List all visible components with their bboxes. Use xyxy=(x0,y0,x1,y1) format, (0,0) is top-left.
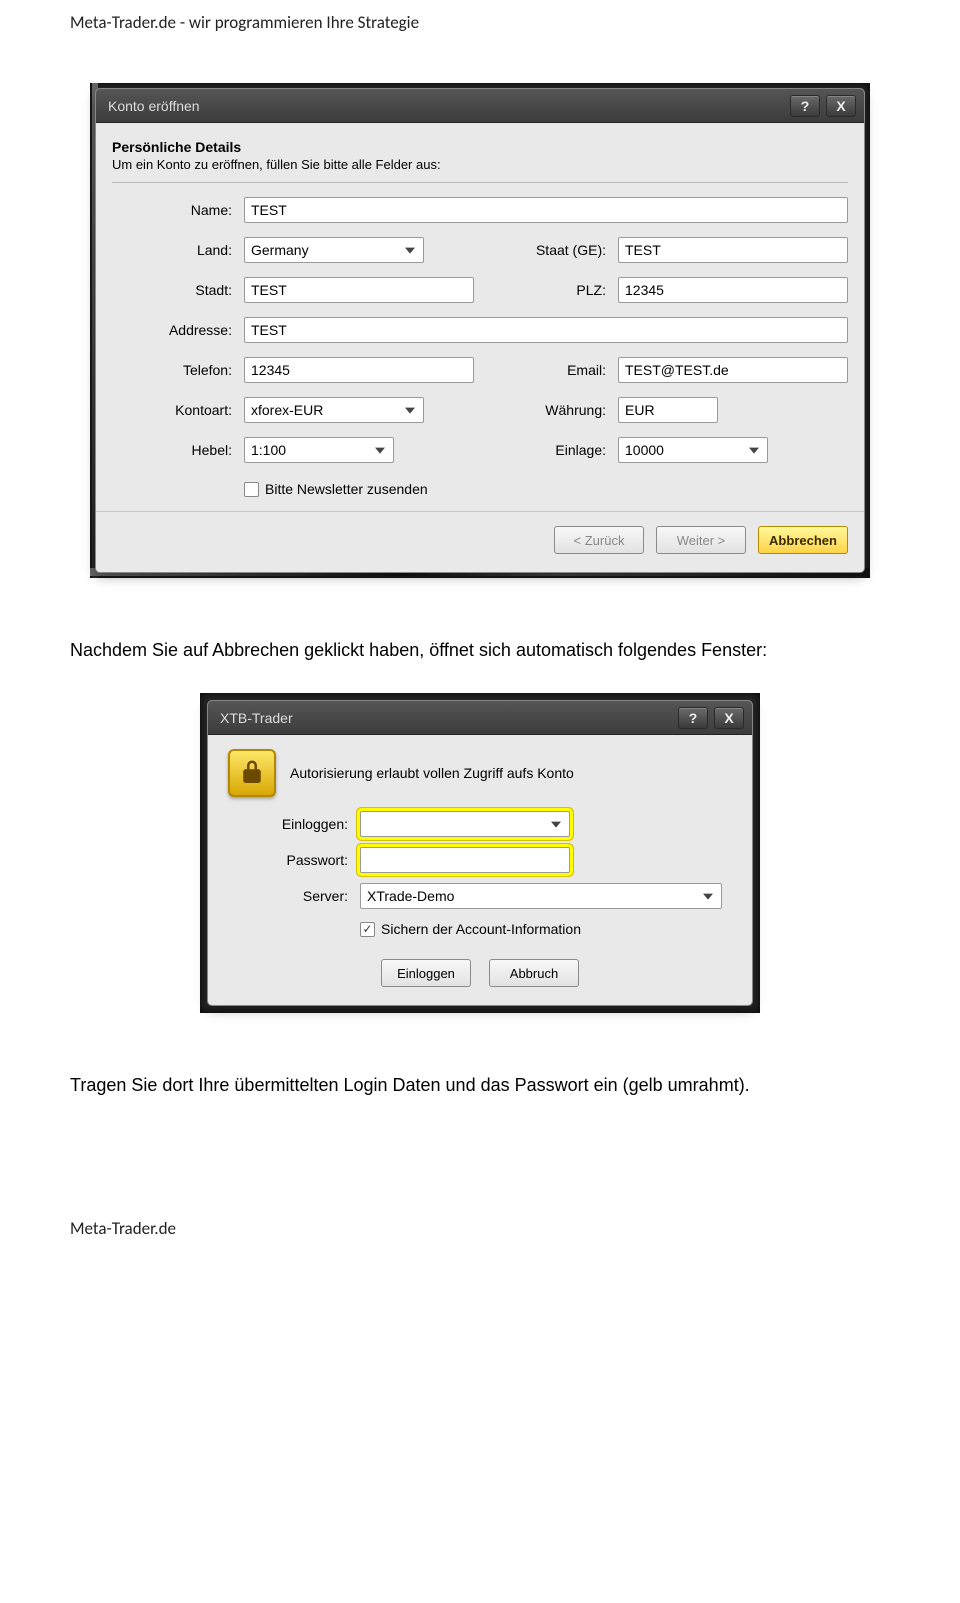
auth-text: Autorisierung erlaubt vollen Zugriff auf… xyxy=(290,765,574,781)
label-land: Land: xyxy=(112,242,232,258)
dialog-login: XTB-Trader ? X Autorisierung erlaubt vol… xyxy=(208,701,752,1005)
label-kontoart: Kontoart: xyxy=(112,402,232,418)
label-password: Passwort: xyxy=(238,852,348,868)
screenshot-login: XTB-Trader ? X Autorisierung erlaubt vol… xyxy=(200,693,760,1013)
label-email: Email: xyxy=(486,362,606,378)
label-adresse: Addresse: xyxy=(112,322,232,338)
doc-paragraph-1: Nachdem Sie auf Abbrechen geklickt haben… xyxy=(70,638,890,663)
close-button[interactable]: X xyxy=(826,95,856,117)
adresse-field[interactable]: TEST xyxy=(244,317,848,343)
newsletter-checkbox[interactable] xyxy=(244,482,259,497)
save-account-checkbox[interactable]: ✓ xyxy=(360,922,375,937)
label-hebel: Hebel: xyxy=(112,442,232,458)
label-stadt: Stadt: xyxy=(112,282,232,298)
label-staat: Staat (GE): xyxy=(486,242,606,258)
label-server: Server: xyxy=(238,888,348,904)
newsletter-label: Bitte Newsletter zusenden xyxy=(265,481,428,497)
next-button[interactable]: Weiter > xyxy=(656,526,746,554)
abort-button[interactable]: Abbruch xyxy=(489,959,579,987)
doc-paragraph-2: Tragen Sie dort Ihre übermittelten Login… xyxy=(70,1073,890,1098)
close-button[interactable]: X xyxy=(714,707,744,729)
land-combo[interactable]: Germany xyxy=(244,237,424,263)
window-title: XTB-Trader xyxy=(220,710,672,726)
hebel-combo[interactable]: 1:100 xyxy=(244,437,394,463)
titlebar: XTB-Trader ? X xyxy=(208,701,752,735)
dialog-open-account: Konto eröffnen ? X Persönliche Details U… xyxy=(96,89,864,572)
login-button[interactable]: Einloggen xyxy=(381,959,471,987)
section-subtitle: Um ein Konto zu eröffnen, füllen Sie bit… xyxy=(112,157,848,172)
email-field[interactable]: TEST@TEST.de xyxy=(618,357,848,383)
password-field[interactable] xyxy=(360,847,570,873)
titlebar: Konto eröffnen ? X xyxy=(96,89,864,123)
page-footer: Meta-Trader.de xyxy=(70,1218,890,1239)
server-combo[interactable]: XTrade-Demo xyxy=(360,883,722,909)
cancel-button[interactable]: Abbrechen xyxy=(758,526,848,554)
telefon-field[interactable]: 12345 xyxy=(244,357,474,383)
staat-field[interactable]: TEST xyxy=(618,237,848,263)
lock-icon xyxy=(228,749,276,797)
section-title: Persönliche Details xyxy=(112,139,848,155)
einlage-combo[interactable]: 10000 xyxy=(618,437,768,463)
kontoart-combo[interactable]: xforex-EUR xyxy=(244,397,424,423)
label-login: Einloggen: xyxy=(238,816,348,832)
screenshot-konto-eroeffnen: Konto eröffnen ? X Persönliche Details U… xyxy=(90,83,870,578)
label-name: Name: xyxy=(112,202,232,218)
help-button[interactable]: ? xyxy=(790,95,820,117)
label-waehrung: Währung: xyxy=(486,402,606,418)
label-einlage: Einlage: xyxy=(486,442,606,458)
stadt-field[interactable]: TEST xyxy=(244,277,474,303)
back-button[interactable]: < Zurück xyxy=(554,526,644,554)
plz-field[interactable]: 12345 xyxy=(618,277,848,303)
page-header: Meta-Trader.de - wir programmieren Ihre … xyxy=(70,12,890,33)
window-title: Konto eröffnen xyxy=(108,98,784,114)
label-telefon: Telefon: xyxy=(112,362,232,378)
login-field[interactable] xyxy=(360,811,570,837)
label-plz: PLZ: xyxy=(486,282,606,298)
name-field[interactable]: TEST xyxy=(244,197,848,223)
help-button[interactable]: ? xyxy=(678,707,708,729)
save-account-label: Sichern der Account-Information xyxy=(381,921,581,937)
waehrung-field: EUR xyxy=(618,397,718,423)
